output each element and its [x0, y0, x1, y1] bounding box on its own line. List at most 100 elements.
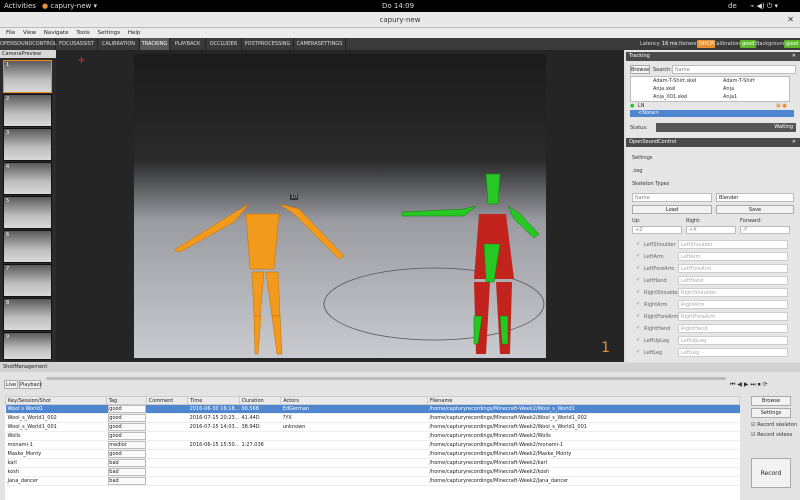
bone-field[interactable]: LeftUpLeg	[678, 336, 788, 345]
tag-cell[interactable]: good	[106, 431, 147, 441]
camera-thumb-8[interactable]: 8	[3, 298, 52, 331]
column-header[interactable]: Filename	[426, 396, 740, 405]
tag-select[interactable]: good	[108, 450, 147, 458]
bone-checkbox[interactable]: ✓	[636, 325, 640, 331]
tag-select[interactable]: good	[108, 423, 147, 431]
record-button[interactable]: Record	[751, 458, 791, 488]
bone-field[interactable]: RightHand	[678, 324, 788, 333]
table-row[interactable]: Wool_s_World1_002 good 2016-07-15 20:23...…	[5, 413, 740, 423]
tag-cell[interactable]: good	[106, 413, 147, 423]
column-header[interactable]: Duration	[238, 396, 282, 405]
bone-field[interactable]: LeftArm	[678, 252, 788, 261]
actor-search-input[interactable]: Name	[672, 65, 796, 74]
record-videos-checkbox[interactable]: ☑ Record videos	[751, 432, 792, 438]
tag-cell[interactable]: good	[106, 404, 147, 414]
tag-cell[interactable]: good	[106, 449, 147, 459]
skeleton-type-select[interactable]: Blender	[716, 193, 794, 202]
bone-checkbox[interactable]: ✓	[636, 349, 640, 355]
menu-navigate[interactable]: Navigate	[44, 30, 69, 36]
camera-thumb-5[interactable]: 5	[3, 196, 52, 229]
menu-settings[interactable]: Settings	[98, 30, 121, 36]
forward-axis-select[interactable]: -Y	[740, 226, 790, 234]
bone-field[interactable]: LeftForeArm	[678, 264, 788, 273]
tab-calibration[interactable]: CALIBRATION	[98, 38, 140, 50]
bone-checkbox[interactable]: ✓	[636, 265, 640, 271]
tab-focusassist[interactable]: FOCUSASSIST	[56, 38, 98, 50]
tag-cell[interactable]: good	[106, 422, 147, 432]
tag-cell[interactable]: medior	[106, 440, 147, 450]
menu-file[interactable]: File	[6, 30, 15, 36]
tab-tracking[interactable]: TRACKING	[140, 38, 170, 50]
tag-select[interactable]: medior	[108, 441, 147, 449]
camera-thumb-4[interactable]: 4	[3, 162, 52, 195]
actor-item[interactable]: Adam-T-Shirt.skel	[653, 78, 696, 84]
shots-browse-button[interactable]: Browse	[751, 396, 791, 406]
bone-field[interactable]: LeftShoulder	[678, 240, 788, 249]
bone-checkbox[interactable]: ✓	[636, 253, 640, 259]
actor-item[interactable]: Anja.skel	[653, 86, 675, 92]
record-skeleton-checkbox[interactable]: ☑ Record skeleton	[751, 422, 797, 428]
column-header[interactable]: Key/Session/Shot	[5, 396, 107, 405]
slot-row[interactable]: ● LN ▣ ●	[630, 103, 794, 110]
tag-select[interactable]: bad	[108, 477, 147, 485]
tracking-browse-button[interactable]: Browse	[630, 65, 650, 74]
tag-cell[interactable]: bad	[106, 476, 147, 486]
camera-thumb-7[interactable]: 7	[3, 264, 52, 297]
load-button[interactable]: Load	[632, 205, 712, 214]
bone-field[interactable]: LeftLeg	[678, 348, 788, 357]
table-row[interactable]: Wolls good/home/capturyrecordings/Minecra…	[5, 431, 740, 441]
up-axis-select[interactable]: +Z	[632, 226, 682, 234]
camera-thumb-2[interactable]: 2	[3, 94, 52, 127]
column-header[interactable]: Actors	[280, 396, 428, 405]
column-header[interactable]: Tag	[105, 396, 147, 405]
tag-select[interactable]: good	[108, 414, 147, 422]
camera-thumb-9[interactable]: 9	[3, 332, 52, 360]
app-menu[interactable]: ● capury-new ▾	[42, 2, 97, 10]
shots-settings-button[interactable]: Settings	[751, 408, 791, 418]
bone-checkbox[interactable]: ✓	[636, 337, 640, 343]
tab-occluder[interactable]: OCCLUDER	[206, 38, 242, 50]
camera-thumb-6[interactable]: 6	[3, 230, 52, 263]
bone-field[interactable]: RightForeArm	[678, 312, 788, 321]
table-row[interactable]: Maske_Monty good/home/capturyrecordings/M…	[5, 449, 740, 459]
tag-select[interactable]: good	[108, 432, 147, 440]
bone-checkbox[interactable]: ✓	[636, 301, 640, 307]
tag-select[interactable]: good	[108, 405, 147, 413]
menu-view[interactable]: View	[23, 30, 36, 36]
save-button[interactable]: Save	[716, 205, 794, 214]
timeline-slider[interactable]	[46, 377, 726, 380]
live-button[interactable]: Live	[4, 380, 18, 389]
tag-cell[interactable]: bad	[106, 458, 147, 468]
tab-opensoundcontrol[interactable]: OPENSOUNDCONTROL	[0, 38, 57, 50]
system-menu-icons[interactable]: ⌁ ◀) ⏻ ▾	[750, 2, 778, 11]
tab-postprocessing[interactable]: POSTPROCESSING	[242, 38, 294, 50]
playback-button[interactable]: Playback	[19, 380, 42, 389]
camera-thumb-3[interactable]: 3	[3, 128, 52, 161]
table-row[interactable]: kosh bad/home/capturyrecordings/Minecraft…	[5, 467, 740, 477]
tag-select[interactable]: bad	[108, 468, 147, 476]
table-row[interactable]: Wool s World1 good 2016-06-30 16:18... 00.5…	[5, 404, 740, 414]
table-row[interactable]: monami-1 medior 2016-06-15 15:50... 1:27.03…	[5, 440, 740, 450]
bone-field[interactable]: LeftHand	[678, 276, 788, 285]
tag-cell[interactable]: bad	[106, 467, 147, 477]
bone-field[interactable]: RightArm	[678, 300, 788, 309]
menu-tools[interactable]: Tools	[76, 30, 90, 36]
bone-checkbox[interactable]: ✓	[636, 313, 640, 319]
activities-button[interactable]: Activities	[4, 2, 36, 10]
tab-playback[interactable]: PLAYBACK	[170, 38, 206, 50]
language-indicator[interactable]: de	[728, 2, 737, 10]
column-header[interactable]: Time	[187, 396, 240, 405]
bone-checkbox[interactable]: ✓	[636, 241, 640, 247]
camera-thumb-1[interactable]: 1	[3, 60, 52, 93]
tag-select[interactable]: bad	[108, 459, 147, 467]
close-icon[interactable]: ✕	[787, 12, 794, 28]
slot-row-selected[interactable]: <None>	[630, 110, 794, 117]
save-icon[interactable]: ▣ ●	[776, 103, 787, 109]
actor-list[interactable]: Adam-T-Shirt.skel Adam-T-Shirt Anja.skel…	[630, 76, 790, 102]
menu-help[interactable]: Help	[128, 30, 141, 36]
transport-controls-icon[interactable]: ⏮ ◀ ▶ ⏭ ⏹ ⟳	[730, 381, 768, 389]
camera-viewport[interactable]: 10 1 ✛	[56, 50, 624, 362]
actor-item[interactable]: Anja_001.skel	[653, 94, 687, 100]
bone-field[interactable]: RightShoulder	[678, 288, 788, 297]
right-axis-select[interactable]: +X	[686, 226, 736, 234]
